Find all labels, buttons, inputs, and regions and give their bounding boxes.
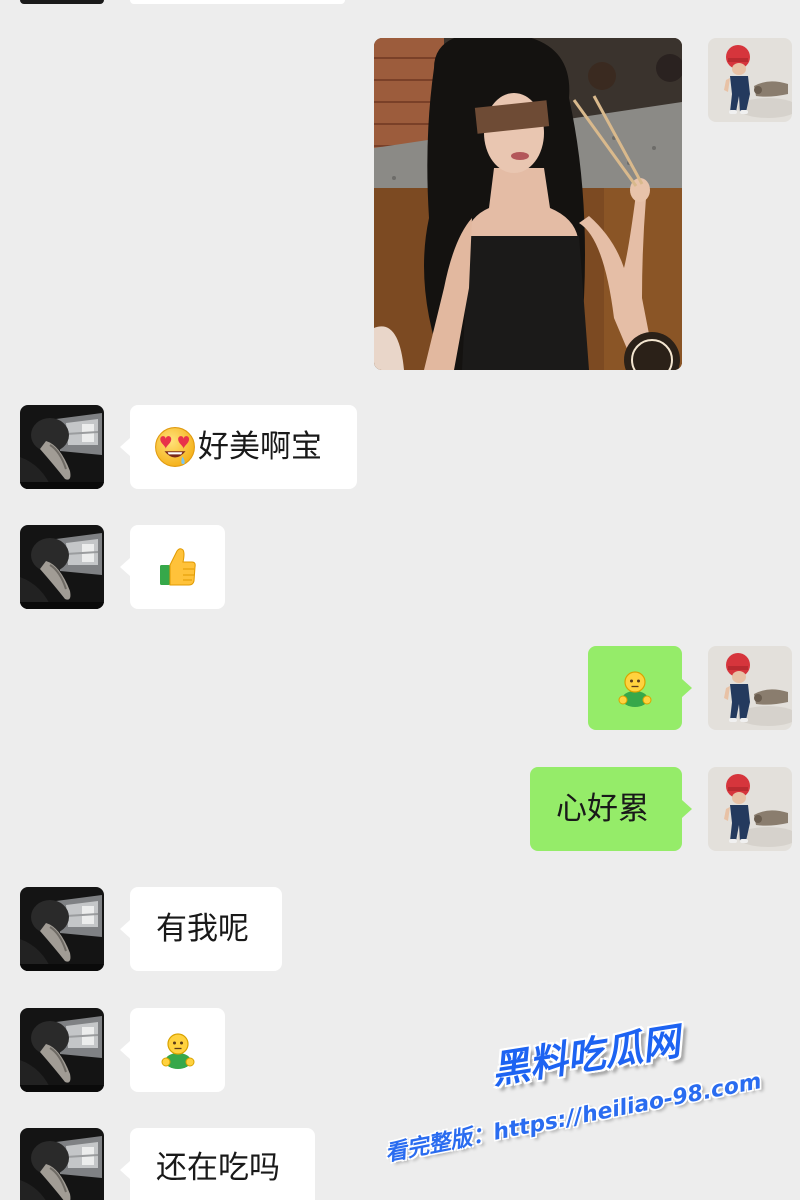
message-bubble[interactable]: 还在吃吗	[120, 1128, 315, 1200]
message-text: 心好累	[556, 790, 649, 827]
contact-avatar-icon	[20, 405, 104, 489]
self-avatar-icon	[708, 646, 792, 730]
smiling-figure-emoji-icon	[615, 668, 655, 708]
thumbs-up-emoji-icon	[158, 547, 198, 587]
self-avatar[interactable]	[708, 646, 792, 730]
contact-avatar[interactable]	[20, 887, 104, 971]
message-bubble[interactable]	[588, 646, 692, 730]
self-avatar[interactable]	[708, 38, 792, 122]
self-avatar-icon	[708, 767, 792, 851]
message-bubble-partial[interactable]	[130, 0, 345, 4]
contact-avatar[interactable]	[20, 525, 104, 609]
self-avatar[interactable]	[708, 767, 792, 851]
message-bubble[interactable]: 心好累	[530, 767, 692, 851]
message-text: 好美啊宝	[198, 428, 322, 465]
smiling-figure-emoji-icon	[158, 1030, 198, 1070]
message-text: 还在吃吗	[156, 1150, 280, 1186]
chat-screen[interactable]: 好美啊宝 心好累 有我呢 还在吃吗 黑料吃瓜网 看完整版：https://hei…	[0, 0, 800, 1200]
contact-avatar-icon	[20, 1008, 104, 1092]
watermark-brand: 黑料吃瓜网	[488, 1019, 683, 1093]
contact-avatar[interactable]	[20, 405, 104, 489]
message-bubble[interactable]: 有我呢	[120, 887, 282, 971]
contact-avatar-partial[interactable]	[20, 0, 104, 4]
message-bubble[interactable]	[120, 1008, 225, 1092]
message-bubble[interactable]	[120, 525, 225, 609]
photo-message[interactable]	[374, 38, 682, 370]
contact-avatar[interactable]	[20, 1128, 104, 1200]
message-text: 有我呢	[156, 910, 249, 947]
contact-avatar-icon	[20, 1128, 104, 1200]
message-bubble[interactable]: 好美啊宝	[120, 405, 357, 489]
contact-avatar-icon	[20, 887, 104, 971]
contact-avatar-icon	[20, 525, 104, 609]
photo-icon	[374, 38, 682, 370]
self-avatar-icon	[708, 38, 792, 122]
heart-eyes-emoji-icon	[154, 426, 196, 468]
contact-avatar[interactable]	[20, 1008, 104, 1092]
